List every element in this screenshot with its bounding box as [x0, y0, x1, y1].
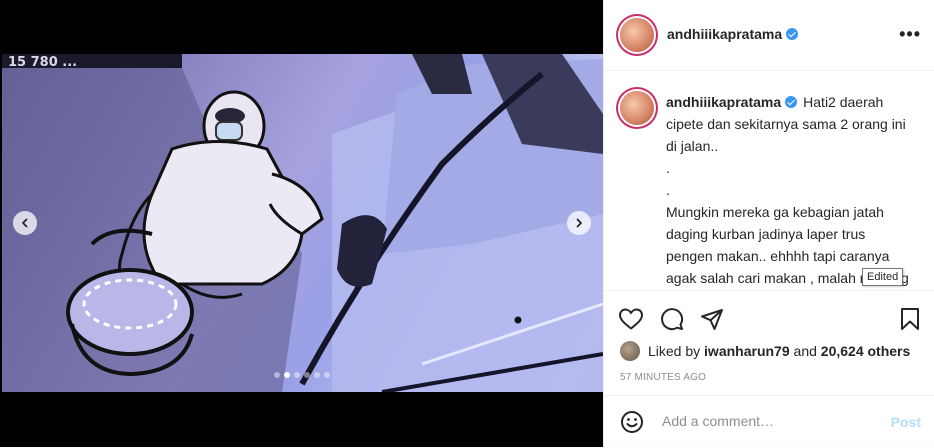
- comment-input[interactable]: [660, 412, 884, 430]
- carousel-next-button[interactable]: [567, 211, 591, 235]
- caption-area: andhiiikapratama Hati2 daerah cipete dan …: [604, 71, 934, 289]
- avatar[interactable]: [620, 18, 654, 52]
- carousel-dot: [304, 372, 310, 378]
- post-media: 15 780 ...: [0, 0, 603, 447]
- comment-bar: Post: [604, 395, 934, 448]
- carousel-dot: [274, 372, 280, 378]
- likes-others-link[interactable]: 20,624 others: [821, 343, 911, 359]
- post-comment-button[interactable]: Post: [891, 414, 921, 430]
- emoji-icon[interactable]: [620, 410, 644, 434]
- caption-avatar[interactable]: [620, 91, 654, 125]
- carousel-dot-active: [284, 372, 290, 378]
- instagram-post: 15 780 ... andhiiikapratama ••• andhiiik…: [0, 0, 934, 447]
- share-icon[interactable]: [700, 307, 724, 331]
- post-side-panel: andhiiikapratama ••• andhiiikapratama Hat…: [603, 0, 934, 447]
- cctv-overlay-text: 15 780 ...: [8, 55, 77, 70]
- verified-badge-icon: [786, 28, 799, 40]
- bookmark-icon[interactable]: [899, 307, 921, 331]
- caption-username[interactable]: andhiiikapratama: [666, 94, 781, 110]
- chevron-left-icon: [22, 218, 28, 228]
- post-photo[interactable]: 15 780 ...: [2, 54, 603, 392]
- header-username[interactable]: andhiiikapratama: [667, 26, 782, 42]
- likes-prefix: Liked by: [648, 343, 701, 359]
- carousel-dot: [294, 372, 300, 378]
- post-timestamp[interactable]: 57 MINUTES AGO: [620, 372, 706, 383]
- carousel-prev-button[interactable]: [13, 211, 37, 235]
- edited-tooltip: Edited: [862, 268, 904, 286]
- cctv-frame-illustration: 15 780 ...: [2, 54, 603, 392]
- header-user: andhiiikapratama: [667, 26, 799, 44]
- chevron-right-icon: [576, 218, 582, 228]
- liker-username[interactable]: iwanharun79: [704, 343, 790, 359]
- carousel-dot: [314, 372, 320, 378]
- comment-icon[interactable]: [660, 307, 684, 331]
- more-options-icon[interactable]: •••: [899, 25, 921, 43]
- likes-summary: Liked by iwanharun79 and 20,624 others: [620, 341, 910, 361]
- post-header: andhiiikapratama •••: [604, 0, 934, 71]
- likes-joiner: and: [793, 343, 817, 359]
- carousel-indicator: [274, 372, 330, 378]
- carousel-dot: [324, 372, 330, 378]
- heart-icon[interactable]: [618, 307, 644, 331]
- verified-badge-icon: [785, 96, 798, 108]
- caption: andhiiikapratama Hati2 daerah cipete dan …: [666, 91, 914, 289]
- action-bar: [604, 290, 934, 339]
- liker-avatar[interactable]: [620, 341, 640, 361]
- caption-text: Hati2 daerah cipete dan sekitarnya sama …: [666, 94, 909, 286]
